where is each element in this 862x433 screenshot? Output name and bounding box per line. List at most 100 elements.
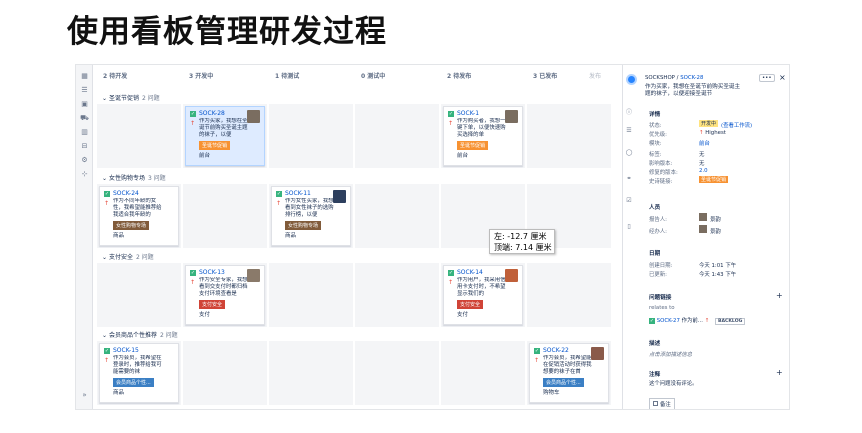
comment-button[interactable]: 备注 (649, 398, 675, 409)
board-cell (97, 104, 181, 168)
priority-highest-icon: ↑ (448, 279, 454, 286)
epic-link-badge[interactable]: 圣诞节促销 (699, 176, 729, 183)
component-label: 支付 (457, 312, 469, 318)
epic-label: 圣诞节促销 (199, 141, 231, 150)
assignee-label: 经办人: (649, 229, 667, 235)
close-panel-button[interactable]: × (779, 73, 786, 82)
component-value[interactable]: 前台 (699, 139, 710, 147)
description-heading: 描述 (649, 341, 661, 347)
info-icon[interactable]: ⓘ (625, 109, 633, 117)
issues-icon[interactable]: ⊟ (80, 142, 89, 151)
issue-summary-title[interactable]: 作为买家，我想在圣诞节前购买圣诞主题的袜子，以便迎接圣诞节 (645, 84, 745, 98)
releases-icon[interactable]: ⛟ (80, 114, 89, 123)
issue-card-sock-11[interactable]: ✓ SOCK-11 ↑ 作为女性买家，我想看到女性袜子的选购排行榜，以便 女性购物… (271, 186, 351, 246)
people-heading: 人员 (649, 205, 661, 211)
issue-key[interactable]: SOCK-28 (199, 110, 225, 117)
issue-card-sock-24[interactable]: ✓ SOCK-24 ↑ 作为不同年龄的女性，我希望能推荐给我适合我年龄的 女性购物… (99, 186, 179, 246)
swimlane-header[interactable]: ⌄ 女性购物专场 3 问题 (102, 173, 166, 182)
backlog-icon[interactable]: ☰ (80, 86, 89, 95)
reports-icon[interactable]: ▥ (80, 128, 89, 137)
components-icon[interactable]: ⚙ (80, 156, 89, 165)
issue-key[interactable]: SOCK-24 (113, 190, 139, 197)
issue-card-sock-15[interactable]: ✓ SOCK-15 ↑ 作为会员，我希望在登录时，推荐给我可能需要的袜 会员商品个… (99, 343, 179, 403)
swimlane-header[interactable]: ⌄ 支付安全 2 问题 (102, 252, 154, 261)
add-link-button[interactable]: + (776, 291, 783, 300)
epic-label: 支付安全 (457, 300, 484, 309)
comment-icon[interactable]: ◯ (625, 149, 633, 157)
detail-side-toolbar: ⓘ ☰ ◯ ⚭ ☑ ▯ (623, 103, 635, 303)
component-label: 前台 (199, 153, 211, 159)
priority-highest-icon: ↑ (190, 279, 196, 286)
board-cell (527, 104, 611, 168)
updated-value: 今天 1:43 下午 (699, 272, 737, 278)
column-header-to-release: 2 待发布 (447, 73, 472, 80)
board-icon[interactable]: ▣ (80, 100, 89, 109)
add-comment-plus-button[interactable]: + (776, 368, 783, 377)
issue-card-sock-14[interactable]: ✓ SOCK-14 ↑ 作为用户，我采用信用卡支付时，不希望显示我们的 支付安全 … (443, 265, 523, 325)
swimlane-header[interactable]: ⌄ 会员商品个性推荐 2 问题 (102, 330, 178, 339)
issue-links-heading: 问题链接 (649, 295, 672, 301)
attachment-icon[interactable]: ▯ (625, 223, 633, 231)
status-label: 状态: (649, 123, 662, 129)
add-item-icon[interactable]: ⊹ (80, 170, 89, 179)
assignee-avatar (247, 269, 260, 282)
checklist-icon[interactable]: ☑ (625, 197, 633, 205)
board-cell (527, 263, 611, 327)
fix-version-value[interactable]: 2.0 (699, 168, 708, 174)
expand-nav-icon[interactable]: » (80, 391, 89, 400)
project-icon[interactable]: ▦ (80, 72, 89, 81)
link-icon[interactable]: ⚭ (625, 175, 633, 183)
issue-summary: 作为不同年龄的女性，我希望能推荐给我适合我年龄的 (113, 198, 162, 218)
board-cell (269, 341, 353, 405)
description-placeholder[interactable]: 点击添加描述信息 (649, 350, 692, 358)
issue-key[interactable]: SOCK-13 (199, 269, 225, 276)
status-badge[interactable]: 开发中 (699, 120, 719, 127)
issue-key[interactable]: SOCK-22 (543, 347, 569, 354)
component-label: 支付 (199, 312, 211, 318)
relates-to-label: relates to (649, 305, 675, 311)
swimlane-header[interactable]: ⌄ 圣诞节促销 2 问题 (102, 93, 160, 102)
page-title: 使用看板管理研发过程 (67, 14, 387, 50)
affects-version-value[interactable]: 无 (699, 159, 704, 167)
left-nav-bar: ▦ ☰ ▣ ⛟ ▥ ⊟ ⚙ ⊹ » (76, 65, 93, 409)
reporter-avatar (699, 213, 707, 221)
story-icon: ✓ (190, 269, 196, 276)
component-label: 商品 (113, 233, 125, 239)
priority-highest-icon: ↑ (699, 130, 704, 136)
issue-key-link[interactable]: SOCK-28 (680, 75, 703, 81)
release-link[interactable]: 发布 (589, 71, 601, 80)
priority-highest-icon: ↑ (534, 357, 540, 364)
project-link[interactable]: SOCKSHOP (645, 75, 675, 81)
labels-label: 标签: (649, 152, 662, 158)
story-icon: ✓ (448, 110, 454, 117)
linked-issue[interactable]: ✓ SOCK-27 作为前... ↑ BACKLOG (649, 316, 746, 325)
epic-label: 圣诞节促销 (457, 141, 489, 150)
issue-card-sock-13[interactable]: ✓ SOCK-13 ↑ 作为安全专家，我想看到交支付时都归档支付环境查看是 支付安… (185, 265, 265, 325)
more-actions-button[interactable]: ••• (759, 74, 775, 82)
reporter-label: 报告人: (649, 217, 667, 223)
issue-card-sock-28[interactable]: ✓ SOCK-28 ↑ 作为买家，我想在圣诞节前购买圣诞主题的袜子，以便 圣诞节促… (185, 106, 265, 166)
board-cell (97, 263, 181, 327)
description-icon[interactable]: ☰ (625, 127, 633, 135)
dates-heading: 日期 (649, 251, 661, 257)
issue-detail-panel: SOCKSHOP / SOCK-28 ••• × 作为买家，我想在圣诞节前购买圣… (622, 65, 789, 409)
issue-key[interactable]: SOCK-11 (285, 190, 311, 197)
reporter-name[interactable]: 景韵 (710, 215, 721, 223)
board-cell (183, 184, 267, 248)
issue-card-sock-22[interactable]: ✓ SOCK-22 ↑ 作为会员，我希望能在促销活动时获得我想要的袜子在首 会员商… (529, 343, 609, 403)
issue-key[interactable]: SOCK-14 (457, 269, 483, 276)
labels-value[interactable]: 无 (699, 150, 704, 158)
priority-highest-icon: ↑ (704, 318, 710, 324)
no-comments-text: 这个问题没有评论。 (649, 381, 698, 387)
view-workflow-link[interactable]: (查看工作流) (721, 121, 752, 129)
issue-key[interactable]: SOCK-1 (457, 110, 479, 117)
assignee-name[interactable]: 景韵 (710, 227, 721, 235)
updated-label: 已更新: (649, 272, 667, 278)
issue-card-sock-1[interactable]: ✓ SOCK-1 ↑ 作为购买者，我想一键下单，以便快速购买选择的单 圣诞节促销 … (443, 106, 523, 166)
priority-highest-icon: ↑ (276, 200, 282, 207)
board-cell (355, 104, 439, 168)
issue-summary: 作为女性买家，我想看到女性袜子的选购排行榜，以便 (285, 198, 334, 218)
epic-link-label: 史诗链接: (649, 179, 673, 185)
component-label: 模块: (649, 141, 662, 147)
issue-key[interactable]: SOCK-15 (113, 347, 139, 354)
